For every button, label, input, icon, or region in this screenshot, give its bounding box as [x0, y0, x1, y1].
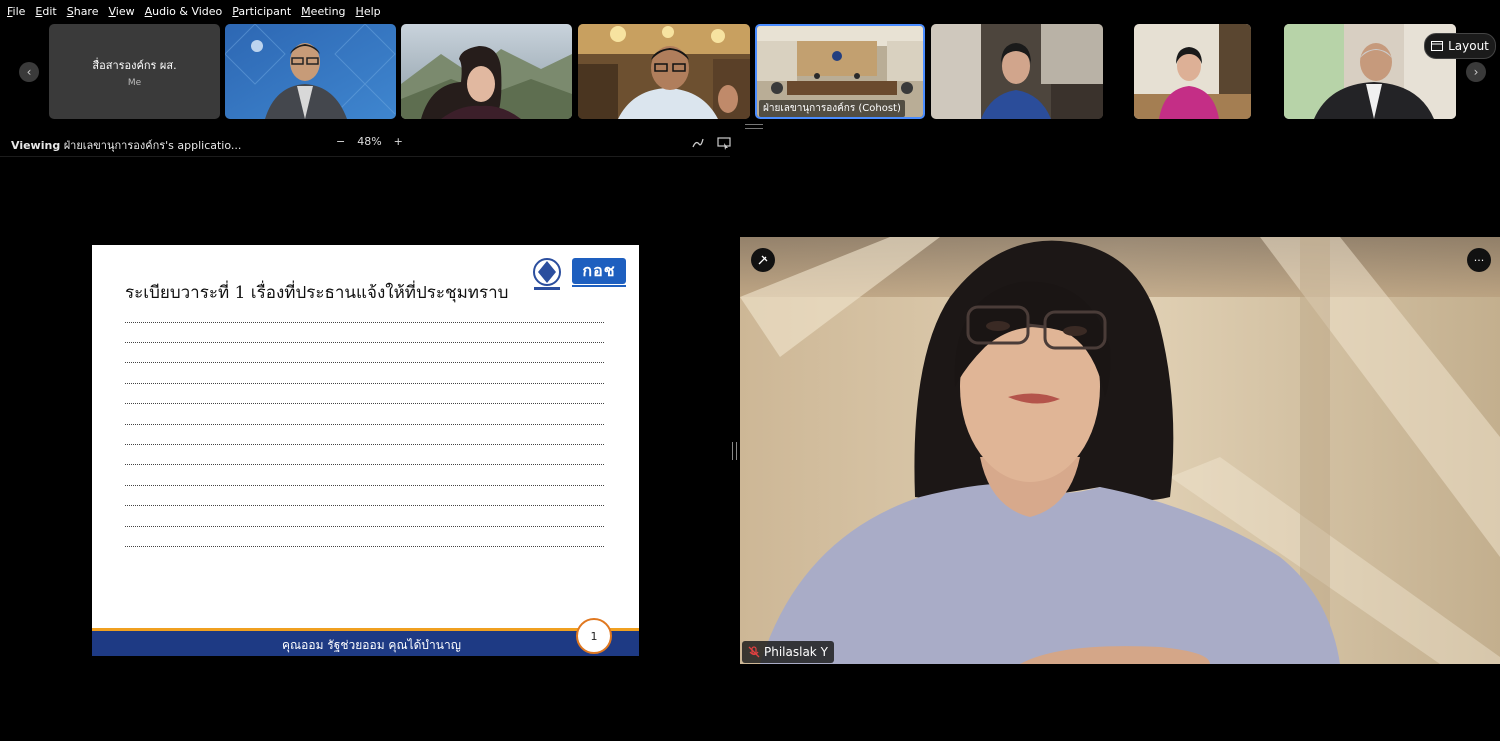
zoom-level: 48%	[357, 135, 382, 148]
menu-share[interactable]: Share	[62, 5, 104, 18]
participant-strip: สื่อสารองค์กร ผส. Me ฝ่ายเลขานุการองค์กร…	[0, 24, 1500, 120]
share-toolbar: Viewing ฝ่ายเลขานุการองค์กร's applicatio…	[0, 132, 735, 154]
presentation-slide: ระเบียบวาระที่ 1 เรื่องที่ประธานแจ้งให้ท…	[92, 245, 639, 656]
zoom-in-button[interactable]: +	[394, 135, 403, 148]
annotate-icon	[692, 138, 704, 148]
organization-logo: กอช	[572, 258, 626, 284]
zoom-control: − 48% +	[336, 135, 403, 148]
self-tag: Me	[127, 77, 142, 88]
dotted-line	[125, 485, 604, 486]
government-seal-icon	[533, 258, 561, 290]
slide-title: ระเบียบวาระที่ 1 เรื่องที่ประธานแจ้งให้ท…	[125, 283, 509, 303]
slide-page-number: 1	[576, 618, 612, 654]
pin-button[interactable]	[751, 248, 775, 272]
dotted-line	[125, 444, 604, 445]
slide-footer: คุณออม รัฐช่วยออม คุณได้บำนาญ	[92, 631, 639, 656]
dotted-line	[125, 383, 604, 384]
pane-resize-handle[interactable]	[732, 442, 737, 460]
dotted-line	[125, 464, 604, 465]
participant-tile-self[interactable]: สื่อสารองค์กร ผส. Me	[49, 24, 220, 119]
menu-audio-video[interactable]: Audio & Video	[140, 5, 228, 18]
remote-control-icon	[717, 137, 731, 150]
dotted-line	[125, 362, 604, 363]
slide-footer-text: คุณออม รัฐช่วยออม คุณได้บำนาญ	[282, 638, 461, 652]
menu-view[interactable]: View	[103, 5, 139, 18]
dotted-line	[125, 342, 604, 343]
zoom-out-button[interactable]: −	[336, 135, 345, 148]
viewing-label: Viewing ฝ่ายเลขานุการองค์กร's applicatio…	[11, 136, 241, 154]
speaker-video-frame	[740, 237, 1500, 664]
dotted-line	[125, 403, 604, 404]
unpin-icon	[758, 255, 768, 265]
chevron-right-icon: ›	[1473, 65, 1479, 79]
viewing-name: ฝ่ายเลขานุการองค์กร's applicatio...	[63, 139, 242, 152]
speaker-name-tag: Philaslak Y	[742, 641, 834, 663]
logo-underline	[572, 285, 626, 287]
menu-participant[interactable]: Participant	[227, 5, 296, 18]
menu-edit[interactable]: Edit	[30, 5, 61, 18]
strip-next-button[interactable]: ›	[1466, 62, 1486, 82]
more-icon: ···	[1473, 253, 1485, 267]
dotted-line	[125, 526, 604, 527]
remote-control-button[interactable]	[717, 136, 731, 150]
participant-tile[interactable]	[225, 24, 396, 119]
menu-meeting[interactable]: Meeting	[296, 5, 350, 18]
dotted-line	[125, 505, 604, 506]
active-speaker-video	[740, 237, 1500, 664]
menu-file[interactable]: File	[0, 5, 30, 18]
participant-video	[1134, 24, 1251, 119]
dotted-line	[125, 424, 604, 425]
menu-bar: File Edit Share View Audio & Video Parti…	[0, 0, 1500, 22]
viewing-prefix: Viewing	[11, 139, 61, 152]
muted-mic-icon	[748, 646, 760, 658]
participant-tile[interactable]	[931, 24, 1103, 119]
menu-help[interactable]: Help	[351, 5, 386, 18]
participant-video	[225, 24, 396, 119]
participant-tile[interactable]	[578, 24, 750, 119]
layout-icon	[1431, 41, 1444, 51]
annotate-button[interactable]	[691, 136, 705, 150]
more-options-button[interactable]: ···	[1467, 248, 1491, 272]
dotted-line	[125, 546, 604, 547]
dotted-line	[125, 322, 604, 323]
participant-tile[interactable]	[401, 24, 572, 119]
cohost-label: ฝ่ายเลขานุการองค์กร (Cohost)	[759, 100, 905, 117]
strip-resize-handle[interactable]	[745, 124, 763, 129]
participant-video	[401, 24, 572, 119]
participant-video	[578, 24, 750, 119]
layout-button[interactable]: Layout	[1424, 33, 1496, 59]
participant-tile[interactable]	[1134, 24, 1251, 119]
speaker-name: Philaslak Y	[764, 645, 828, 659]
layout-label: Layout	[1448, 39, 1489, 53]
participant-video	[931, 24, 1103, 119]
self-name: สื่อสารองค์กร ผส.	[92, 58, 177, 72]
